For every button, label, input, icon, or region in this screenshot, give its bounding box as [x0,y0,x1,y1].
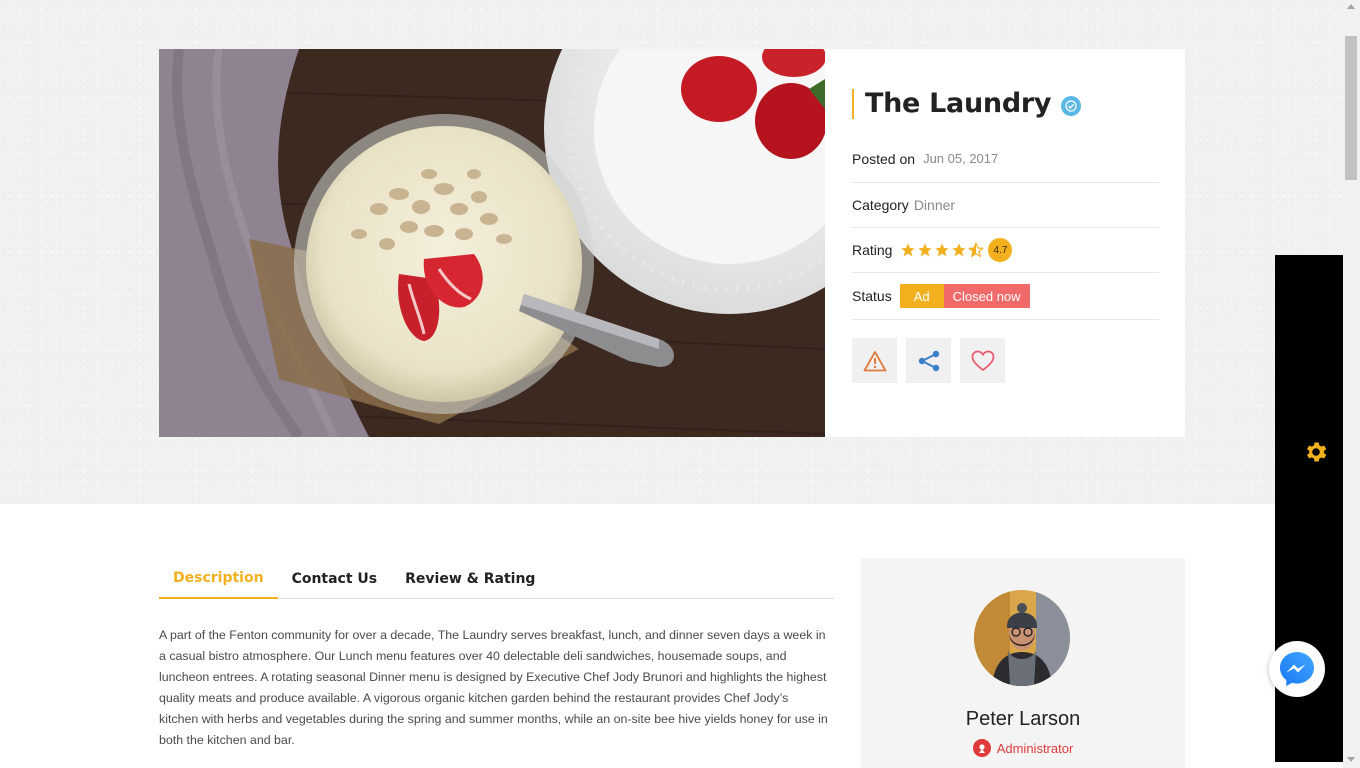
admin-badge-icon [972,739,991,757]
star-icon [952,243,967,257]
description-text: A part of the Fenton community for over … [159,628,828,747]
favorite-button[interactable] [960,338,1005,383]
status-row: Status Ad Closed now [852,273,1159,320]
tab-contact-us[interactable]: Contact Us [278,559,392,598]
star-icon [918,243,933,257]
listing-info-card: The Laundry Posted on Jun 05, 2017 Categ… [825,49,1185,437]
gear-icon [1307,442,1327,462]
rating-label: Rating [852,242,893,258]
messenger-chat-button[interactable] [1269,641,1325,697]
posted-label: Posted on [852,151,916,167]
rating-row: Rating 4.7 [852,228,1159,273]
listing-title: The Laundry [865,88,1052,119]
listing-title-wrap: The Laundry [852,88,1082,119]
posted-date: Jun 05, 2017 [923,151,999,166]
listing-tabs: Description Contact Us Review & Rating [159,560,834,599]
half-star-icon [968,242,985,258]
rating-value-badge: 4.7 [988,238,1013,262]
author-role-label: Administrator [996,740,1074,756]
settings-toggle-button[interactable] [1303,439,1329,465]
messenger-icon [1280,652,1314,686]
report-button[interactable] [852,338,897,383]
author-role: Administrator [861,739,1185,757]
status-label: Status [852,288,892,304]
tab-description[interactable]: Description [159,559,278,599]
scroll-up-arrow[interactable] [1347,4,1355,9]
author-card: Peter Larson Administrator [861,558,1185,768]
listing-photo [159,49,825,437]
scroll-thumb[interactable] [1345,36,1357,180]
heart-icon [971,350,994,371]
category-label: Category [852,197,909,213]
share-icon [918,350,939,371]
author-name: Peter Larson [965,708,1081,730]
category-row: Category Dinner [852,183,1159,228]
avatar[interactable] [974,590,1070,686]
star-icon [901,243,916,257]
verified-icon [1061,96,1082,116]
page-scrollbar[interactable] [1343,0,1360,768]
share-button[interactable] [906,338,951,383]
open-status-badge: Closed now [943,284,1030,308]
scroll-down-arrow[interactable] [1347,757,1355,762]
posted-row: Posted on Jun 05, 2017 [852,143,1159,183]
star-icon [935,243,950,257]
category-link[interactable]: Dinner [914,197,955,213]
tab-review-rating[interactable]: Review & Rating [391,559,549,598]
rating-stars [900,242,985,258]
warning-triangle-icon [863,350,886,371]
ad-badge: Ad [899,284,944,308]
